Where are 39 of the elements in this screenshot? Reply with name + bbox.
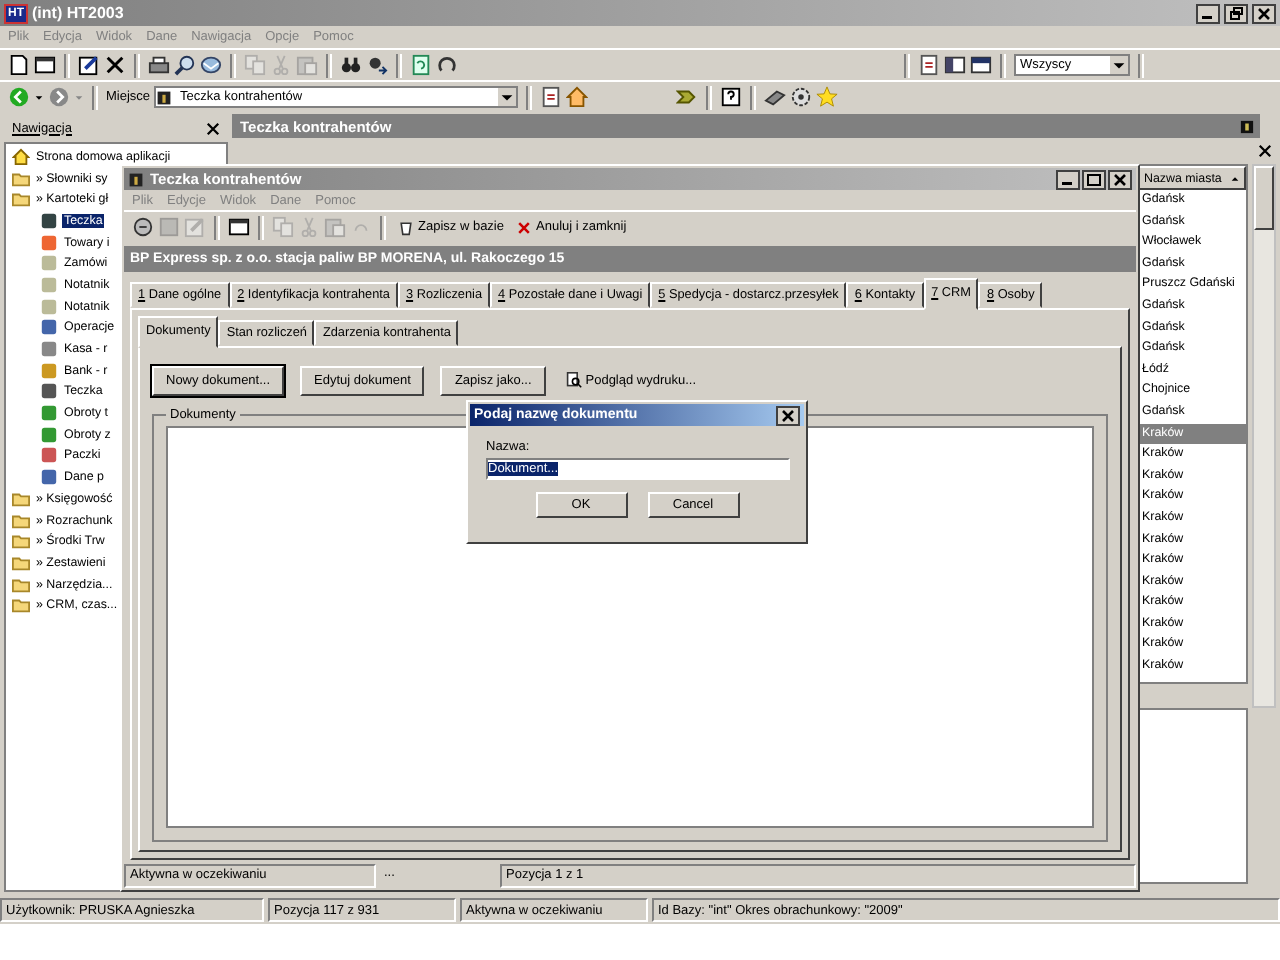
arrows-icon[interactable]: [676, 86, 699, 108]
close-icon[interactable]: [1258, 144, 1272, 158]
scrollbar[interactable]: [1252, 164, 1276, 708]
properties-icon[interactable]: [34, 54, 56, 76]
columns-icon[interactable]: [944, 54, 966, 76]
star-icon[interactable]: [816, 86, 839, 108]
sort-icon: [1230, 173, 1240, 183]
home-icon: [12, 147, 30, 166]
close-icon[interactable]: [1252, 3, 1276, 23]
window-title: (int) HT2003: [32, 4, 124, 22]
close-icon[interactable]: [1108, 169, 1132, 189]
refresh-icon[interactable]: [410, 54, 432, 76]
minimize-icon[interactable]: [1196, 3, 1220, 23]
caret-icon: [498, 88, 517, 106]
new-file-icon[interactable]: [8, 54, 30, 76]
close-icon[interactable]: [776, 405, 800, 425]
delete-icon[interactable]: [104, 54, 126, 76]
binoculars-icon[interactable]: [340, 54, 362, 76]
document-icon[interactable]: [918, 54, 940, 76]
gear-icon[interactable]: [790, 86, 813, 108]
home-icon[interactable]: [566, 86, 589, 108]
printer-icon[interactable]: [148, 54, 170, 76]
bucket-icon: [398, 219, 414, 235]
cross-icon: [516, 219, 532, 235]
minimize-icon[interactable]: [1056, 169, 1080, 189]
document-icon[interactable]: [540, 86, 563, 108]
window-icon[interactable]: [970, 54, 992, 76]
help-icon[interactable]: [720, 86, 743, 108]
undo-icon[interactable]: [436, 54, 458, 76]
restore-icon[interactable]: [1224, 3, 1248, 23]
edit-icon[interactable]: [78, 54, 100, 76]
close-icon[interactable]: [206, 121, 220, 135]
properties-icon[interactable]: [228, 216, 250, 238]
caret-icon: [1110, 56, 1128, 74]
magnifier-icon: [565, 372, 582, 388]
search-icon[interactable]: [174, 54, 196, 76]
find-next-icon[interactable]: [366, 54, 388, 76]
maximize-icon[interactable]: [1082, 169, 1106, 189]
mail-icon[interactable]: [200, 54, 222, 76]
